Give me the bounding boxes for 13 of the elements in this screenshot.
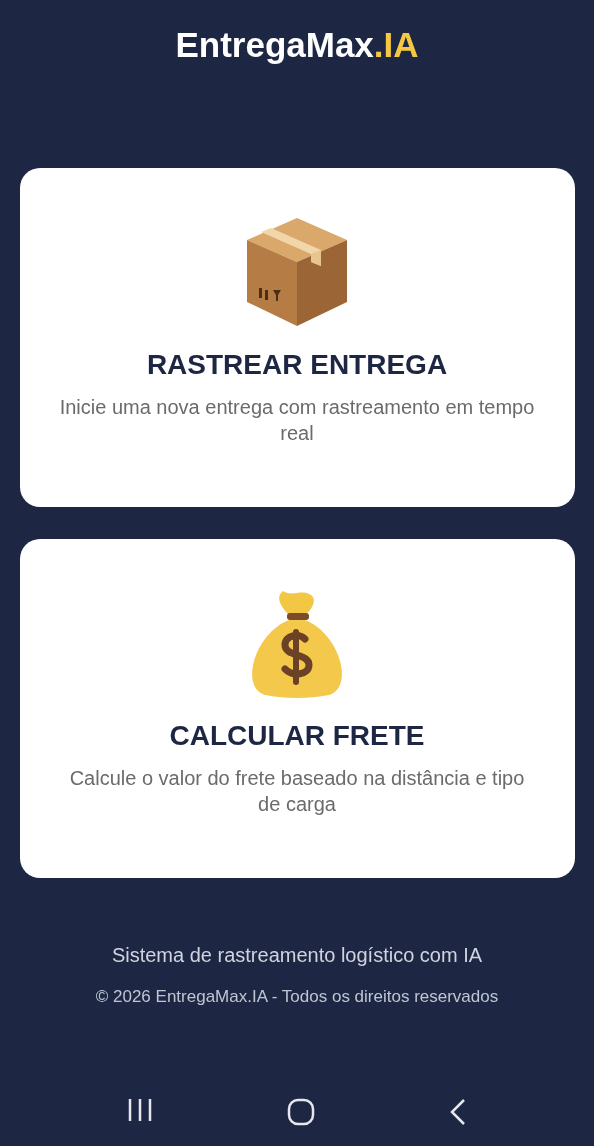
home-icon[interactable] (287, 1098, 315, 1126)
recent-apps-icon[interactable] (127, 1098, 153, 1122)
card-description: Inicie uma nova entrega com rastreamento em tempo real (59, 395, 535, 446)
action-card[interactable]: RASTREAR ENTREGA Inicie uma nova entrega com rastreamento em tempo real (19, 168, 575, 507)
card-description: Calcule o valor do frete baseado na distância e tipo de carga (68, 766, 526, 817)
tagline: Sistema de rastreamento logístico com IA (111, 943, 483, 968)
action-card[interactable]: CALCULAR FRETE Calcule o valor do frete baseado na distância e tipo de carga (19, 539, 575, 878)
card-title: CALCULAR FRETE (169, 719, 425, 753)
cardboard-box-icon (245, 216, 349, 328)
copyright: © 2026 EntregaMax.IA - Todos os direitos reservados (95, 986, 499, 1008)
card-title: RASTREAR ENTREGA (146, 348, 448, 382)
back-icon[interactable] (449, 1098, 467, 1126)
app-logo: EntregaMax.IA (175, 24, 419, 66)
